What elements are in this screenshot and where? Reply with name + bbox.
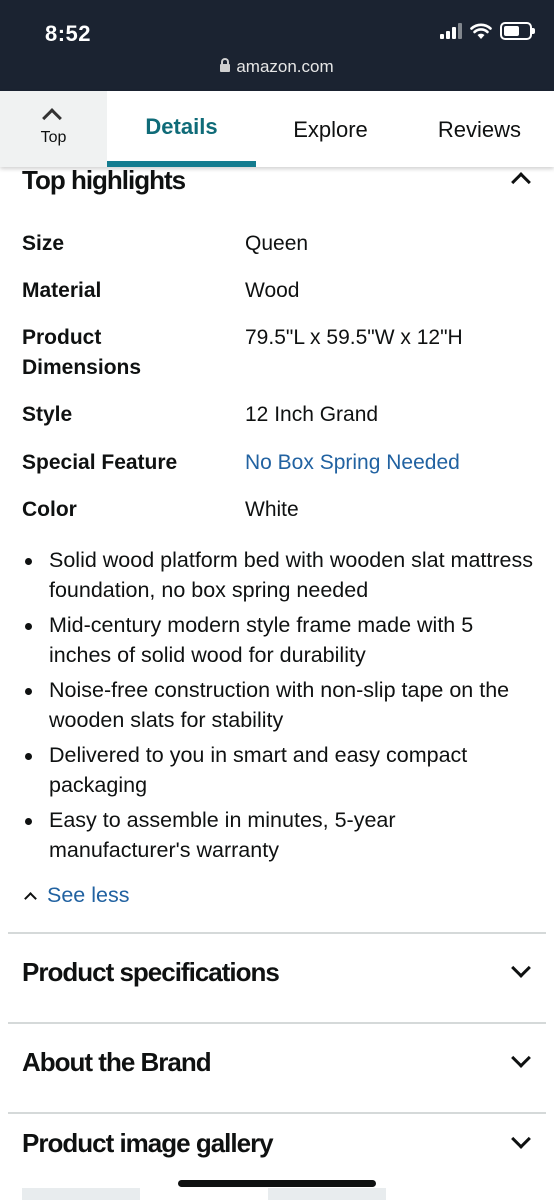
spec-key: Color — [22, 498, 77, 521]
chevron-up-icon — [42, 108, 62, 128]
back-to-top-label: Top — [40, 129, 67, 146]
list-item: Solid wood platform bed with wooden slat… — [22, 546, 537, 605]
list-item: Noise-free construction with non-slip ta… — [22, 676, 537, 735]
spec-value: Wood — [245, 279, 300, 302]
wifi-icon — [470, 23, 492, 39]
status-bar: 8:52 amazon.com — [0, 0, 554, 91]
lock-icon — [220, 58, 231, 72]
home-indicator[interactable] — [178, 1180, 376, 1187]
divider — [8, 1022, 546, 1024]
expand-chevron-icon[interactable] — [511, 1048, 531, 1068]
tab-explore[interactable]: Explore — [256, 91, 405, 167]
product-tab-bar: Top Details Explore Reviews — [0, 91, 554, 167]
gallery-thumbnail[interactable] — [22, 1188, 140, 1200]
spec-value: 79.5"L x 59.5"W x 12"H — [245, 326, 463, 349]
spec-key: Style — [22, 403, 73, 426]
expand-chevron-icon[interactable] — [511, 1129, 531, 1149]
product-specifications-header[interactable]: Product specifications — [22, 957, 280, 988]
feature-bullet-list: Solid wood platform bed with wooden slat… — [22, 546, 537, 871]
active-tab-indicator — [107, 161, 256, 167]
divider — [8, 932, 546, 934]
list-item: Easy to assemble in minutes, 5-year manu… — [22, 806, 537, 865]
top-highlights-title: Top highlights — [22, 165, 186, 195]
special-feature-link[interactable]: No Box Spring Needed — [245, 448, 545, 478]
cellular-signal-icon — [440, 23, 462, 39]
spec-value: White — [245, 498, 299, 521]
collapse-chevron-icon[interactable] — [511, 172, 531, 192]
spec-key: Size — [22, 232, 65, 255]
list-item: Delivered to you in smart and easy compa… — [22, 741, 537, 800]
back-to-top-button[interactable]: Top — [0, 91, 107, 167]
spec-key: Special Feature — [22, 451, 178, 474]
status-time: 8:52 — [45, 21, 92, 46]
list-item: Mid-century modern style frame made with… — [22, 611, 537, 670]
tab-details[interactable]: Details — [107, 91, 256, 167]
url-bar[interactable]: amazon.com — [0, 57, 554, 77]
spec-key: Product Dimensions — [22, 326, 142, 379]
spec-value: 12 Inch Grand — [245, 403, 379, 426]
about-brand-header[interactable]: About the Brand — [22, 1047, 212, 1078]
tab-reviews[interactable]: Reviews — [405, 91, 554, 167]
image-gallery-header[interactable]: Product image gallery — [22, 1128, 274, 1159]
chevron-up-icon — [24, 891, 37, 905]
see-less-label: See less — [47, 883, 130, 907]
see-less-button[interactable]: See less — [22, 883, 129, 908]
spec-key: Material — [22, 279, 102, 302]
gallery-thumbnail[interactable] — [268, 1188, 386, 1200]
divider — [8, 1112, 546, 1114]
system-icons — [440, 22, 535, 40]
battery-icon — [500, 22, 535, 40]
expand-chevron-icon[interactable] — [511, 958, 531, 978]
url-domain: amazon.com — [236, 57, 334, 76]
spec-value: Queen — [245, 232, 309, 255]
